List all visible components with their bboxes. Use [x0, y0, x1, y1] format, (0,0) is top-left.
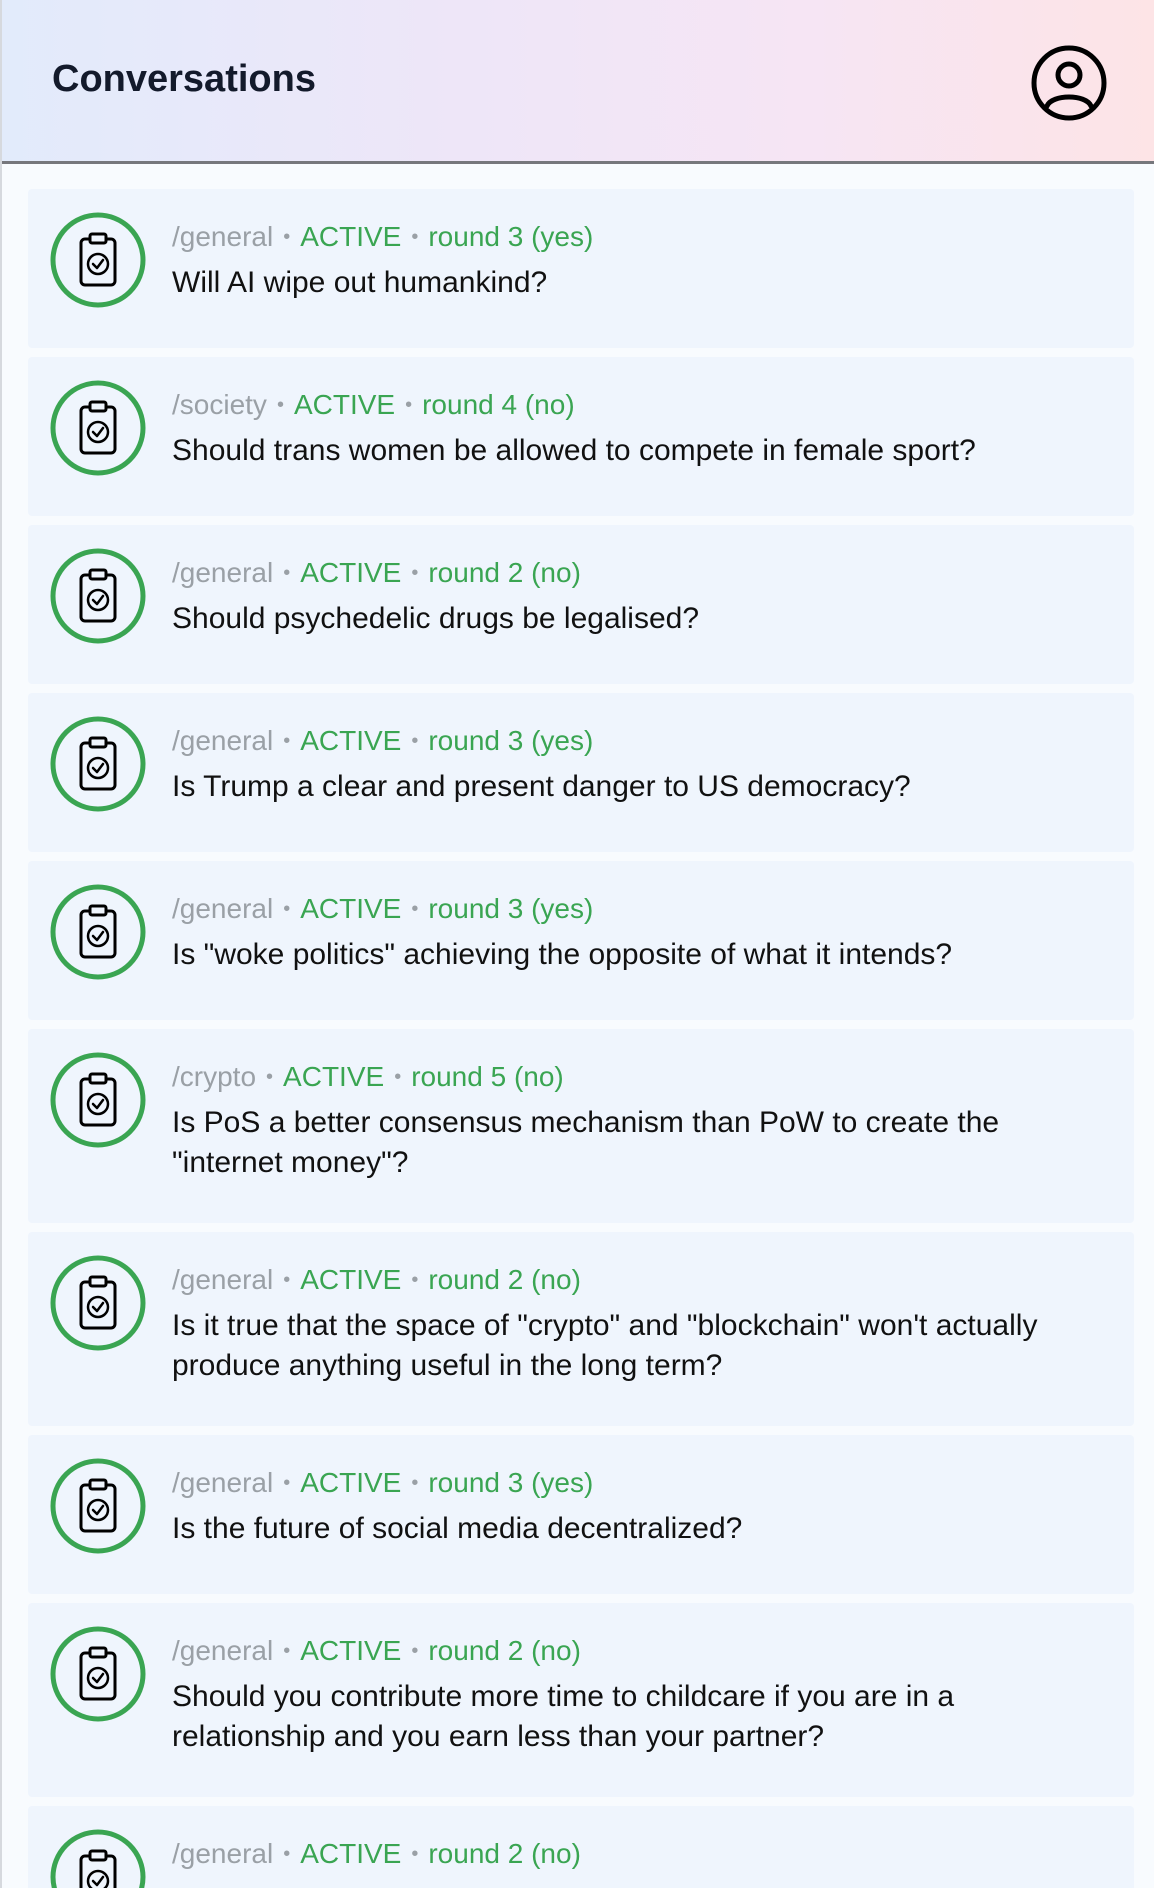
conversation-title: Is PoS a better consensus mechanism than…	[172, 1106, 1000, 1179]
conversation-title: Is "woke politics" achieving the opposit…	[172, 938, 953, 971]
category-label: /general	[172, 557, 274, 588]
clipboard-check-icon	[50, 884, 146, 980]
clipboard-check-icon	[50, 1255, 146, 1351]
app-frame: Conversations /general • ACTIVE • round 3 (y…	[0, 0, 1154, 1888]
status-badge: ACTIVE	[300, 1467, 402, 1498]
clipboard-check-icon	[50, 1458, 146, 1554]
conversation-title: Is it true that the space of "crypto" an…	[172, 1309, 1038, 1382]
round-label: round 4 (no)	[422, 389, 575, 420]
round-label: round 3 (yes)	[428, 893, 594, 924]
conversation-title: Is Trump a clear and present danger to U…	[172, 770, 911, 803]
conversation-meta: /general • ACTIVE • round 3 (yes)	[172, 1465, 593, 1501]
conversation-item[interactable]: /society • ACTIVE • round 4 (no) Should tran…	[28, 357, 1134, 516]
meta-separator: •	[411, 1640, 419, 1662]
conversation-item[interactable]: /crypto • ACTIVE • round 5 (no) Is PoS a bet…	[28, 1029, 1134, 1223]
conversation-item[interactable]: /general • ACTIVE • round 2 (no) Should you …	[28, 1603, 1134, 1797]
conversation-meta: /general • ACTIVE • round 3 (yes)	[172, 723, 593, 759]
meta-separator: •	[411, 1269, 419, 1291]
category-label: /general	[172, 1635, 274, 1666]
meta-separator: •	[411, 730, 419, 752]
meta-separator: •	[283, 562, 291, 584]
status-badge: ACTIVE	[300, 1635, 402, 1666]
profile-button[interactable]	[1030, 44, 1108, 122]
status-badge: ACTIVE	[283, 1061, 385, 1092]
round-label: round 3 (yes)	[428, 1467, 594, 1498]
round-label: round 2 (no)	[428, 1264, 581, 1295]
clipboard-check-icon	[50, 548, 146, 644]
conversation-item[interactable]: /general • ACTIVE • round 2 (no)	[28, 1806, 1134, 1888]
conversation-meta: /general • ACTIVE • round 2 (no)	[172, 1262, 581, 1298]
conversation-meta: /general • ACTIVE • round 3 (yes)	[172, 891, 593, 927]
conversation-title: Should psychedelic drugs be legalised?	[172, 602, 700, 635]
conversation-meta: /general • ACTIVE • round 2 (no)	[172, 1836, 581, 1872]
meta-separator: •	[283, 1269, 291, 1291]
category-label: /society	[172, 389, 267, 420]
category-label: /general	[172, 221, 274, 252]
conversation-meta: /general • ACTIVE • round 3 (yes)	[172, 219, 593, 255]
category-label: /general	[172, 1264, 274, 1295]
clipboard-check-icon	[50, 212, 146, 308]
meta-separator: •	[283, 1640, 291, 1662]
meta-separator: •	[411, 226, 419, 248]
category-label: /general	[172, 893, 274, 924]
meta-separator: •	[411, 562, 419, 584]
clipboard-check-icon	[50, 716, 146, 812]
round-label: round 2 (no)	[428, 1635, 581, 1666]
conversation-title: Will AI wipe out humankind?	[172, 266, 548, 299]
status-badge: ACTIVE	[300, 893, 402, 924]
conversation-item[interactable]: /general • ACTIVE • round 3 (yes) Is Trump a…	[28, 693, 1134, 852]
conversation-title: Is the future of social media decentrali…	[172, 1512, 743, 1545]
status-badge: ACTIVE	[300, 221, 402, 252]
status-badge: ACTIVE	[300, 1838, 402, 1869]
meta-separator: •	[283, 1843, 291, 1865]
status-badge: ACTIVE	[300, 1264, 402, 1295]
round-label: round 3 (yes)	[428, 725, 594, 756]
category-label: /general	[172, 1838, 274, 1869]
meta-separator: •	[283, 1472, 291, 1494]
status-badge: ACTIVE	[300, 557, 402, 588]
page-title: Conversations	[52, 58, 316, 100]
meta-separator: •	[283, 226, 291, 248]
clipboard-check-icon	[50, 1052, 146, 1148]
meta-separator: •	[411, 898, 419, 920]
meta-separator: •	[405, 394, 413, 416]
category-label: /general	[172, 1467, 274, 1498]
conversation-title: Should trans women be allowed to compete…	[172, 434, 976, 467]
round-label: round 2 (no)	[428, 557, 581, 588]
conversation-item[interactable]: /general • ACTIVE • round 2 (no) Should psyc…	[28, 525, 1134, 684]
round-label: round 5 (no)	[411, 1061, 564, 1092]
category-label: /general	[172, 725, 274, 756]
conversation-meta: /crypto • ACTIVE • round 5 (no)	[172, 1059, 564, 1095]
round-label: round 3 (yes)	[428, 221, 594, 252]
status-badge: ACTIVE	[300, 725, 402, 756]
category-label: /crypto	[172, 1061, 257, 1092]
meta-separator: •	[411, 1843, 419, 1865]
clipboard-check-icon	[50, 1829, 146, 1888]
conversation-meta: /general • ACTIVE • round 2 (no)	[172, 555, 581, 591]
conversation-meta: /society • ACTIVE • round 4 (no)	[172, 387, 575, 423]
conversation-item[interactable]: /general • ACTIVE • round 2 (no) Is it true …	[28, 1232, 1134, 1426]
clipboard-check-icon	[50, 380, 146, 476]
meta-separator: •	[283, 730, 291, 752]
status-badge: ACTIVE	[293, 389, 396, 420]
conversation-title: Should you contribute more time to child…	[172, 1680, 955, 1753]
user-circle-icon	[1031, 45, 1107, 121]
meta-separator: •	[411, 1472, 419, 1494]
meta-separator: •	[394, 1066, 402, 1088]
conversation-item[interactable]: /general • ACTIVE • round 3 (yes) Is the fut…	[28, 1435, 1134, 1594]
header-bar: Conversations	[2, 0, 1154, 164]
meta-separator: •	[266, 1066, 274, 1088]
conversation-meta: /general • ACTIVE • round 2 (no)	[172, 1633, 581, 1669]
meta-separator: •	[283, 898, 291, 920]
clipboard-check-icon	[50, 1626, 146, 1722]
round-label: round 2 (no)	[428, 1838, 581, 1869]
meta-separator: •	[276, 394, 284, 416]
conversation-item[interactable]: /general • ACTIVE • round 3 (yes) Is "woke p…	[28, 861, 1134, 1020]
conversation-item[interactable]: /general • ACTIVE • round 3 (yes) Will AI wi…	[28, 189, 1134, 348]
